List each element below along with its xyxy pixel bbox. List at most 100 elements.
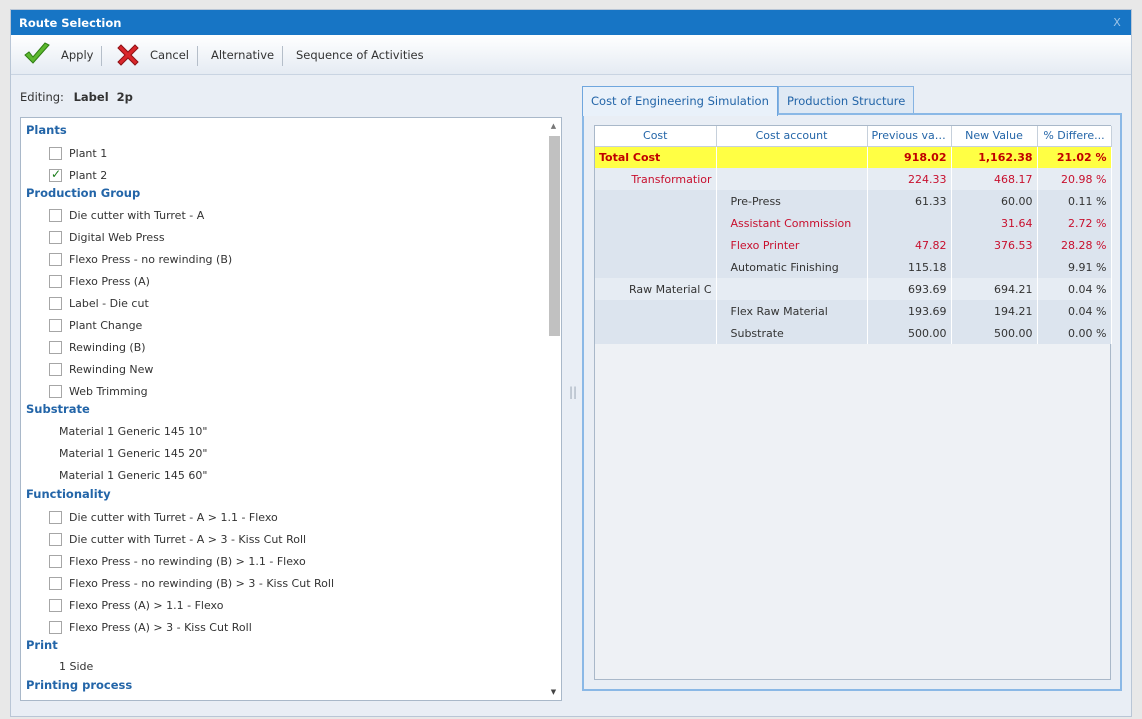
option-label: Die cutter with Turret - A > 3 - Kiss Cu… xyxy=(69,532,307,546)
new-value-cell xyxy=(951,256,1038,278)
checkbox[interactable] xyxy=(49,318,62,332)
table-row[interactable]: Raw Material C 693.69 694.21 0.04 % xyxy=(595,278,1112,300)
new-value-cell: 500.00 xyxy=(951,322,1038,344)
plant-checkbox[interactable]: Plant 1 xyxy=(49,145,107,161)
cost-cell xyxy=(595,300,717,322)
group-title-printing-process: Printing process xyxy=(26,678,133,692)
cost-cell xyxy=(595,234,717,256)
option-label: Rewinding New xyxy=(69,362,154,376)
column-header-cost[interactable]: Cost xyxy=(595,126,717,147)
table-row[interactable]: Transformatior 224.33 468.17 20.98 % xyxy=(595,168,1112,190)
checkbox[interactable] xyxy=(49,620,62,634)
functionality-checkbox[interactable]: Flexo Press (A) > 1.1 - Flexo xyxy=(49,597,223,613)
checkbox[interactable] xyxy=(49,576,62,590)
alternative-button[interactable]: Alternative xyxy=(211,35,274,75)
cancel-x-icon xyxy=(117,44,139,66)
previous-value-cell: 500.00 xyxy=(867,322,952,344)
column-header-cost-account[interactable]: Cost account xyxy=(716,126,868,147)
checkbox[interactable] xyxy=(49,598,62,612)
plant-label: Plant 2 xyxy=(69,168,108,182)
difference-cell: 20.98 % xyxy=(1037,168,1112,190)
splitter-handle[interactable]: || xyxy=(569,385,577,399)
functionality-checkbox[interactable]: Flexo Press - no rewinding (B) > 1.1 - F… xyxy=(49,553,306,569)
checkbox[interactable]: ✓ xyxy=(49,167,62,182)
table-row[interactable]: Assistant Commission 31.64 2.72 % xyxy=(595,212,1112,234)
cost-cell xyxy=(595,190,717,212)
previous-value-cell: 61.33 xyxy=(867,190,952,212)
previous-value-cell: 193.69 xyxy=(867,300,952,322)
production-group-checkbox[interactable]: Rewinding New xyxy=(49,361,153,377)
cost-cell: Raw Material C xyxy=(595,278,717,300)
checkbox[interactable] xyxy=(49,384,62,398)
close-button[interactable]: X xyxy=(1103,10,1131,35)
account-cell xyxy=(716,146,868,168)
column-header-percent-difference[interactable]: % Differe... xyxy=(1037,126,1112,147)
tab-cost-of-engineering-simulation[interactable]: Cost of Engineering Simulation xyxy=(582,86,778,116)
functionality-checkbox[interactable]: Die cutter with Turret - A > 1.1 - Flexo xyxy=(49,509,278,525)
route-selection-window: Route Selection X Apply Cancel Alternati… xyxy=(10,9,1132,717)
production-group-checkbox[interactable]: Rewinding (B) xyxy=(49,339,146,355)
checkbox[interactable] xyxy=(49,554,62,568)
checkbox[interactable] xyxy=(49,252,62,266)
cost-cell xyxy=(595,256,717,278)
toolbar-divider xyxy=(282,46,283,66)
new-value-cell: 694.21 xyxy=(951,278,1038,300)
apply-button[interactable]: Apply xyxy=(23,35,93,75)
production-group-checkbox[interactable]: Plant Change xyxy=(49,317,142,333)
table-row[interactable]: Substrate 500.00 500.00 0.00 % xyxy=(595,322,1112,344)
table-row[interactable]: Automatic Finishing 115.18 9.91 % xyxy=(595,256,1112,278)
functionality-checkbox[interactable]: Die cutter with Turret - A > 3 - Kiss Cu… xyxy=(49,531,306,547)
cost-cell xyxy=(595,212,717,234)
checkbox[interactable] xyxy=(49,510,62,524)
plant-label: Plant 1 xyxy=(69,146,108,160)
scrollbar-thumb[interactable] xyxy=(549,136,560,336)
difference-cell: 0.00 % xyxy=(1037,322,1112,344)
production-group-checkbox[interactable]: Flexo Press - no rewinding (B) xyxy=(49,251,232,267)
account-cell: Flexo Printer xyxy=(716,234,868,256)
print-item: 1 Side xyxy=(59,660,94,673)
account-cell xyxy=(716,278,868,300)
production-group-checkbox[interactable]: Flexo Press (A) xyxy=(49,273,150,289)
difference-cell: 0.04 % xyxy=(1037,300,1112,322)
plant-checkbox[interactable]: ✓ Plant 2 xyxy=(49,167,107,183)
scroll-up-icon[interactable]: ▲ xyxy=(546,122,561,130)
checkbox[interactable] xyxy=(49,296,62,310)
option-label: Flexo Press (A) > 3 - Kiss Cut Roll xyxy=(69,620,252,634)
column-header-new-value[interactable]: New Value xyxy=(951,126,1038,147)
table-row[interactable]: Total Cost 918.02 1,162.38 21.02 % xyxy=(595,146,1112,168)
option-label: Die cutter with Turret - A xyxy=(69,208,205,222)
cancel-button[interactable]: Cancel xyxy=(115,35,189,75)
checkbox[interactable] xyxy=(49,340,62,354)
editing-label: Editing: xyxy=(20,90,64,104)
functionality-checkbox[interactable]: Flexo Press - no rewinding (B) > 3 - Kis… xyxy=(49,575,334,591)
checkbox[interactable] xyxy=(49,230,62,244)
option-label: Flexo Press (A) > 1.1 - Flexo xyxy=(69,598,224,612)
checkbox[interactable] xyxy=(49,274,62,288)
column-header-previous-value[interactable]: Previous val... xyxy=(867,126,952,147)
table-row[interactable]: Pre-Press 61.33 60.00 0.11 % xyxy=(595,190,1112,212)
cost-grid[interactable]: Cost Cost account Previous val... New Va… xyxy=(594,125,1112,680)
production-group-checkbox[interactable]: Digital Web Press xyxy=(49,229,165,245)
sequence-of-activities-button[interactable]: Sequence of Activities xyxy=(296,35,424,75)
production-group-checkbox[interactable]: Web Trimming xyxy=(49,383,148,399)
table-row[interactable]: Flex Raw Material 193.69 194.21 0.04 % xyxy=(595,300,1112,322)
production-group-checkbox[interactable]: Label - Die cut xyxy=(49,295,149,311)
account-cell xyxy=(716,168,868,190)
previous-value-cell xyxy=(867,212,952,234)
checkbox[interactable] xyxy=(49,146,62,160)
editing-row: Editing: Label 2p xyxy=(20,90,133,104)
table-row[interactable]: Flexo Printer 47.82 376.53 28.28 % xyxy=(595,234,1112,256)
difference-cell: 2.72 % xyxy=(1037,212,1112,234)
apply-label: Apply xyxy=(61,48,94,62)
functionality-checkbox[interactable]: Flexo Press (A) > 3 - Kiss Cut Roll xyxy=(49,619,252,635)
route-options-panel[interactable]: Plants Plant 1 ✓ Plant 2 Production Group… xyxy=(20,117,562,701)
checkbox[interactable] xyxy=(49,362,62,376)
new-value-cell: 468.17 xyxy=(951,168,1038,190)
production-group-checkbox[interactable]: Die cutter with Turret - A xyxy=(49,207,204,223)
checkbox[interactable] xyxy=(49,208,62,222)
checkbox[interactable] xyxy=(49,532,62,546)
tab-content-panel: Cost Cost account Previous val... New Va… xyxy=(582,113,1122,691)
tab-production-structure[interactable]: Production Structure xyxy=(778,86,915,114)
vertical-scrollbar[interactable]: ▲ ▼ xyxy=(546,118,561,700)
scroll-down-icon[interactable]: ▼ xyxy=(546,688,561,696)
